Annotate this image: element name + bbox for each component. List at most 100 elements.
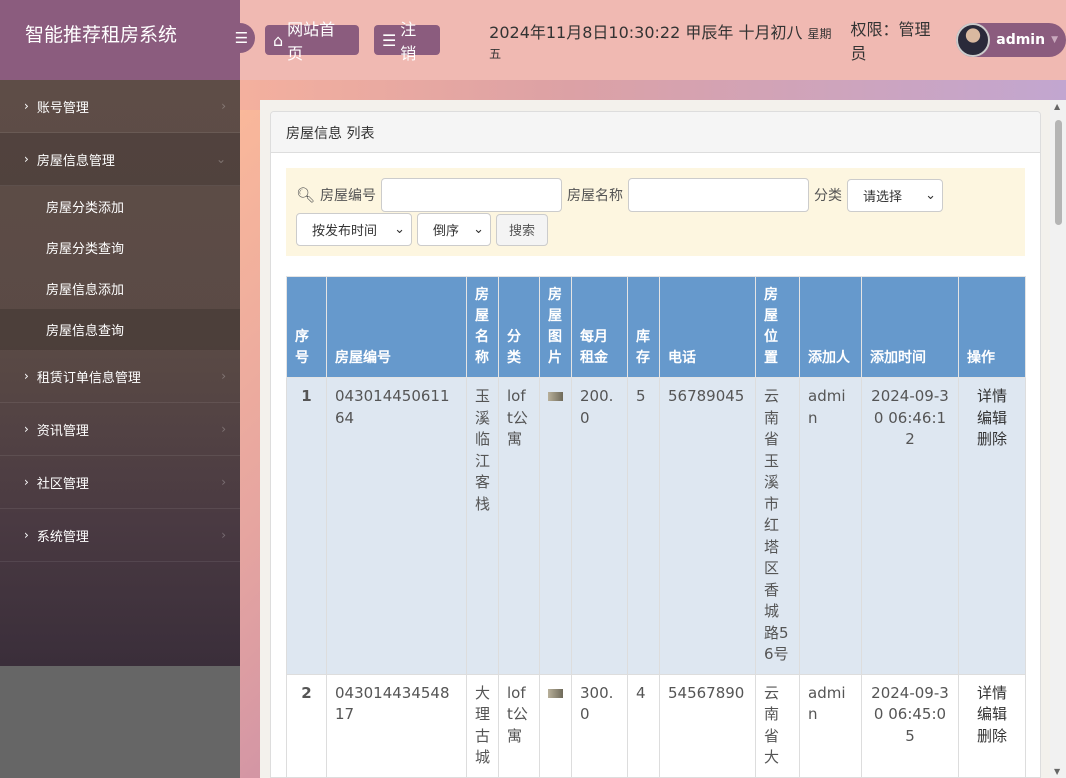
column-header[interactable]: 每月租金: [571, 276, 628, 378]
house-thumbnail[interactable]: [548, 688, 563, 698]
sidebar-item[interactable]: › 租赁订单信息管理 ›: [0, 350, 240, 403]
sidebar-subitem[interactable]: 房屋信息查询: [0, 309, 240, 350]
delete-link[interactable]: 删除: [967, 726, 1017, 748]
sidebar-item[interactable]: › 账号管理 ›: [0, 80, 240, 133]
name-label: 房屋名称: [567, 188, 624, 204]
logout-label: 注销: [400, 20, 417, 63]
category-label: 分类: [814, 188, 843, 204]
category-select[interactable]: 请选择 ⌄: [847, 178, 944, 212]
list-panel: 房屋信息 列表 🔍︎ 房屋编号 房屋名称 分类 请选择 ⌄ 按发布时间 ⌄ 倒序 ⌄ …: [270, 111, 1041, 778]
chevron-right-icon: ›: [221, 422, 226, 436]
column-header[interactable]: 操作: [958, 276, 1026, 378]
row-number: 1: [286, 377, 327, 675]
sidebar-item[interactable]: › 房屋信息管理 ⌄: [0, 133, 240, 186]
chevron-right-icon: ›: [221, 475, 226, 489]
column-header[interactable]: 分类: [498, 276, 540, 378]
house-category: loft公寓: [498, 673, 540, 777]
search-icon: 🔍︎: [296, 186, 316, 204]
chevron-right-icon: ›: [24, 99, 29, 113]
sidebar: › 账号管理 › › 房屋信息管理 ⌄ 房屋分类添加 房屋分类查询 房屋信息添加 房屋信息查询 › 租…: [0, 80, 240, 666]
permission: 权限：管理员: [850, 20, 931, 63]
sidebar-item[interactable]: › 资讯管理 ›: [0, 403, 240, 456]
sidebar-item[interactable]: › 系统管理 ›: [0, 509, 240, 562]
house-name: 玉溪临江客栈: [466, 377, 499, 675]
caret-down-icon: ▼: [1051, 35, 1058, 45]
detail-link[interactable]: 详情: [967, 386, 1017, 408]
user-menu[interactable]: admin ▼: [956, 23, 1066, 57]
sidebar-subitem[interactable]: 房屋分类查询: [0, 227, 240, 268]
sort-select[interactable]: 按发布时间 ⌄: [296, 213, 412, 246]
phone: 56789045: [659, 377, 756, 675]
order-select[interactable]: 倒序 ⌄: [417, 213, 491, 246]
sidebar-subitem[interactable]: 房屋分类添加: [0, 186, 240, 227]
home-button[interactable]: ⌂ 网站首页: [265, 20, 359, 63]
scroll-up-icon[interactable]: ▲: [1054, 102, 1060, 111]
detail-link[interactable]: 详情: [967, 683, 1017, 705]
monthly-rent: 200.0: [571, 377, 628, 675]
sidebar-item-label: 资讯管理: [36, 423, 89, 439]
category-value: 请选择: [863, 189, 903, 205]
order-value: 倒序: [433, 224, 460, 239]
house-name: 大理古城: [466, 673, 499, 777]
sidebar-item-label: 社区管理: [36, 476, 89, 492]
chevron-right-icon: ›: [221, 99, 226, 113]
delete-link[interactable]: 删除: [967, 429, 1017, 451]
column-header[interactable]: 房屋图片: [539, 276, 572, 378]
chevron-right-icon: ›: [24, 528, 29, 542]
column-header[interactable]: 序号: [286, 276, 327, 378]
chevron-down-icon: ⌄: [473, 222, 484, 237]
sidebar-item-label: 房屋信息管理: [36, 153, 115, 169]
location: 云南省玉溪市红塔区香城路56号: [755, 377, 800, 675]
house-thumbnail[interactable]: [548, 392, 563, 401]
sidebar-item[interactable]: › 社区管理 ›: [0, 456, 240, 509]
stock: 4: [627, 673, 660, 777]
chevron-down-icon: ⌄: [394, 222, 405, 237]
adder: admin: [799, 377, 862, 675]
house-image-cell: [539, 673, 572, 777]
actions: 详情 编辑 删除: [958, 377, 1026, 675]
top-header: ☰ ⌂ 网站首页 ☰ 注销 2024年11月8日10:30:22 甲辰年 十月初八 …: [228, 0, 1066, 80]
sidebar-item-label: 租赁订单信息管理: [36, 370, 141, 386]
home-label: 网站首页: [287, 20, 336, 63]
code-input[interactable]: [381, 178, 563, 212]
scrollbar-thumb[interactable]: [1055, 120, 1062, 225]
list-icon: ☰: [381, 30, 397, 50]
chevron-down-icon: ⌄: [925, 187, 937, 203]
house-image-cell: [539, 377, 572, 675]
logout-button[interactable]: ☰ 注销: [373, 20, 441, 63]
sidebar-item-label: 账号管理: [36, 100, 89, 116]
clock: 2024年11月8日10:30:22 甲辰年 十月初八 星期五: [489, 19, 842, 62]
name-input[interactable]: [628, 178, 810, 212]
edit-link[interactable]: 编辑: [967, 704, 1017, 726]
menu-toggle-icon[interactable]: ☰: [228, 23, 255, 53]
house-code: 04301443454817: [326, 673, 467, 777]
edit-link[interactable]: 编辑: [967, 408, 1017, 430]
column-header[interactable]: 房屋编号: [326, 276, 467, 378]
adder: admin: [799, 673, 862, 777]
chevron-right-icon: ›: [24, 422, 29, 436]
table-row: 2 04301443454817 大理古城 loft公寓 300.0 4 545…: [286, 673, 1026, 777]
row-number: 2: [286, 673, 327, 777]
column-header[interactable]: 电话: [659, 276, 756, 378]
avatar: [956, 23, 991, 57]
app-title: 智能推荐租房系统: [0, 0, 240, 80]
datetime: 2024年11月8日10:30:22 甲辰年 十月初八: [489, 22, 803, 42]
column-header[interactable]: 房屋名称: [466, 276, 499, 378]
add-time: 2024-09-30 06:45:05: [861, 673, 959, 777]
sidebar-item-label: 系统管理: [36, 529, 89, 545]
scroll-down-icon[interactable]: ▼: [1054, 767, 1060, 776]
home-icon: ⌂: [273, 30, 284, 50]
code-label: 房屋编号: [320, 188, 377, 204]
chevron-down-icon: ⌄: [215, 152, 226, 166]
column-header[interactable]: 库存: [627, 276, 660, 378]
scrollbar[interactable]: ▲ ▼: [1050, 100, 1066, 778]
column-header[interactable]: 添加时间: [861, 276, 959, 378]
column-header[interactable]: 添加人: [799, 276, 862, 378]
table-row: 1 04301445061164 玉溪临江客栈 loft公寓 200.0 5 5…: [286, 377, 1026, 675]
house-category: loft公寓: [498, 377, 540, 675]
column-header[interactable]: 房屋位置: [755, 276, 800, 378]
sidebar-subitem[interactable]: 房屋信息添加: [0, 268, 240, 309]
search-button[interactable]: 搜索: [496, 213, 549, 246]
panel-title: 房屋信息 列表: [271, 112, 1040, 153]
actions: 详情 编辑 删除: [958, 673, 1026, 777]
